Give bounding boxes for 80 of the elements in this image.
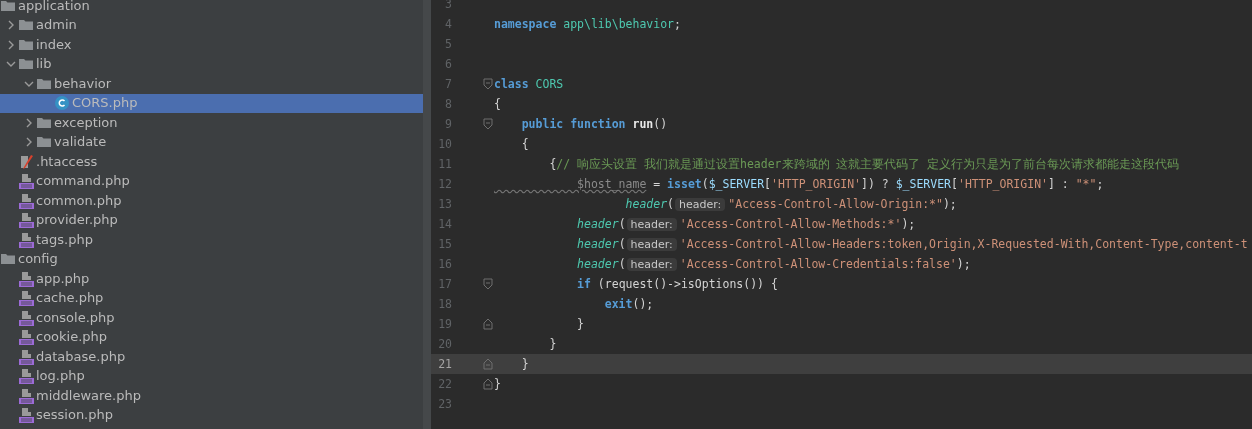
code-line: $host_name = isset($_SERVER['HTTP_ORIGIN']) ? $_SERVER['HTTP_ORIGIN'] : "*"; [576, 177, 1104, 191]
php-file-icon [18, 212, 34, 229]
tree-item[interactable]: tags.php [0, 230, 423, 250]
tree-item[interactable]: command.php [0, 171, 423, 191]
line-number: 13 [437, 197, 452, 211]
tree-item[interactable]: admin [0, 15, 423, 35]
tree-item[interactable]: provider.php [0, 210, 423, 230]
php-file-icon [18, 309, 34, 326]
line-number: 15 [437, 237, 452, 251]
fold-icon[interactable] [483, 118, 493, 130]
line-number: 17 [437, 277, 452, 291]
php-file-icon [18, 407, 34, 424]
line-number: 9 [444, 117, 452, 131]
tree-item[interactable]: cache.php [0, 288, 423, 308]
line-number: 20 [437, 337, 452, 351]
line-number: 8 [444, 97, 452, 111]
line-number: 22 [437, 377, 452, 391]
tree-item[interactable]: application [0, 0, 423, 16]
code-line: public function run() [520, 117, 668, 131]
code-line: } [576, 317, 584, 331]
line-number: 18 [437, 297, 452, 311]
class-icon [54, 95, 70, 112]
unfold-icon[interactable] [483, 378, 493, 390]
tree-item[interactable]: app.php [0, 269, 423, 289]
code-line: } [548, 337, 557, 351]
php-file-icon [18, 387, 34, 404]
folder-icon [0, 0, 16, 14]
fold-icon[interactable] [483, 78, 493, 90]
tree-item[interactable]: common.php [0, 191, 423, 211]
tree-item[interactable]: validate [0, 132, 423, 152]
code-line: exit(); [603, 297, 654, 311]
line-number: 3 [444, 0, 452, 11]
tree-item[interactable]: exception [0, 113, 423, 133]
php-file-icon [18, 329, 34, 346]
code-line: { [494, 97, 501, 111]
tree-item[interactable]: lib [0, 54, 423, 74]
line-number: 23 [437, 397, 452, 411]
code-line: namespace app\lib\behavior; [494, 17, 681, 31]
line-number: 14 [437, 217, 452, 231]
line-number: 6 [444, 57, 452, 71]
php-file-icon [18, 173, 34, 190]
line-number: 19 [437, 317, 452, 331]
line-number: 5 [444, 37, 452, 51]
tree-item[interactable]: .htaccess [0, 152, 423, 172]
code-line: if (request()->isOptions()) { [576, 277, 778, 291]
code-line: header( header: 'Access-Control-Allow-Credentials:false'); [576, 257, 971, 271]
code-line: } [494, 377, 501, 391]
fold-icon[interactable] [483, 278, 493, 290]
line-number: 7 [444, 77, 452, 91]
tree-item[interactable]: index [0, 35, 423, 55]
tree-item[interactable]: database.php [0, 347, 423, 367]
code-line: } [520, 357, 529, 371]
line-number: 11 [437, 157, 452, 171]
unfold-icon[interactable] [483, 358, 493, 370]
tree-item[interactable]: behavior [0, 74, 423, 94]
line-number: 10 [437, 137, 452, 151]
tree-item[interactable]: console.php [0, 308, 423, 328]
unfold-icon[interactable] [483, 318, 493, 330]
line-number: 21 [437, 357, 452, 371]
tree-item[interactable]: config [0, 249, 423, 269]
line-number: 4 [444, 17, 452, 31]
php-file-icon [18, 368, 34, 385]
code-line: header( header: 'Access-Control-Allow-Headers:token,Origin,X-Requested-With,Content-Type,content-t [576, 237, 1248, 251]
tree-item[interactable]: cookie.php [0, 327, 423, 347]
tree-item[interactable]: session.php [0, 405, 423, 425]
code-line: header( header: 'Access-Control-Allow-Methods:*'); [576, 217, 916, 231]
php-file-icon [18, 192, 34, 209]
php-file-icon [18, 270, 34, 287]
tree-item[interactable]: middleware.php [0, 386, 423, 406]
config-file-icon [18, 153, 34, 170]
code-line: { [520, 137, 529, 151]
code-line: class CORS [494, 77, 564, 91]
php-file-icon [18, 290, 34, 307]
line-number: 16 [437, 257, 452, 271]
code-line: {// 响应头设置 我们就是通过设置header来跨域的 这就主要代码了 定义行为只是为了前台每次请求都能走这段代码 [548, 156, 1180, 172]
line-number: 12 [437, 177, 452, 191]
tree-item[interactable]: log.php [0, 366, 423, 386]
code-line: header( header: "Access-Control-Allow-Origin:*"); [624, 197, 957, 211]
php-file-icon [18, 231, 34, 248]
php-file-icon [18, 348, 34, 365]
